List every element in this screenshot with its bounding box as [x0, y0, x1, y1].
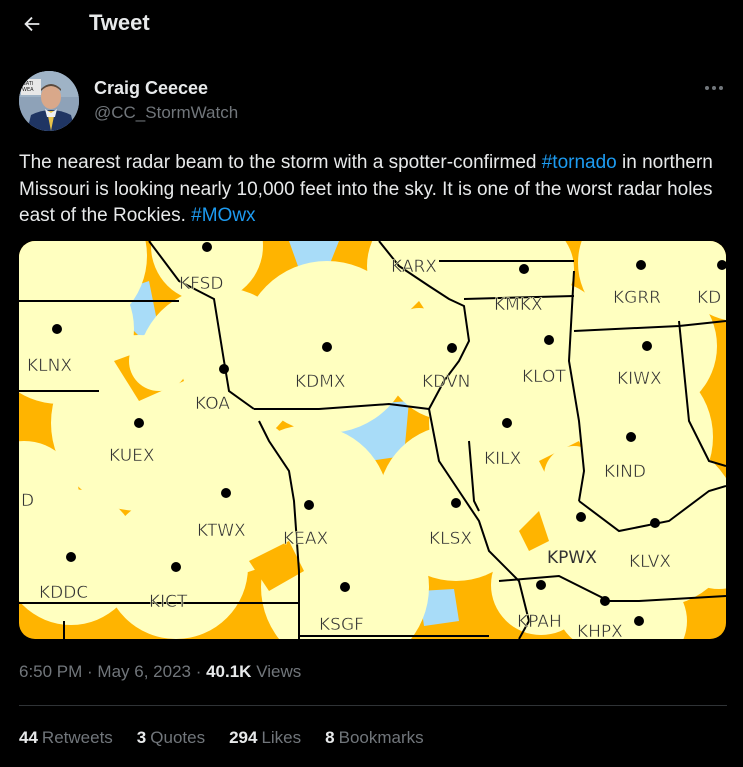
page-title: Tweet — [89, 10, 150, 35]
hashtag-link[interactable]: #MOwx — [191, 205, 255, 226]
quotes-count: 3 — [136, 728, 147, 747]
more-button[interactable] — [702, 78, 726, 98]
radar-label: KPAH — [517, 612, 562, 632]
svg-text:KPWX: KPWX — [547, 548, 597, 568]
back-button[interactable] — [14, 6, 50, 42]
radar-label: KILX — [484, 449, 522, 469]
views-count: 40.1K — [206, 662, 252, 681]
radar-label: KGRR — [613, 288, 661, 308]
quotes-stat[interactable]: 3 Quotes — [137, 728, 205, 748]
likes-label: Likes — [261, 728, 302, 747]
tweet-author: NATI WEA Craig Ceecee @CC_StormWatch — [19, 70, 729, 132]
radar-label: KLNX — [27, 356, 72, 376]
tweet-media-radar-map[interactable]: KFSD KARX KMKX KGRR KD KLNX KDMX KOA KDV… — [19, 241, 726, 639]
tweet-text: The nearest radar beam to the storm with… — [19, 150, 729, 230]
header-bar: Tweet — [0, 0, 743, 48]
arrow-left-icon — [24, 16, 40, 32]
radar-label: KMKX — [494, 295, 543, 315]
meta-separator: · — [82, 662, 98, 681]
radar-label: KFSD — [179, 274, 224, 294]
radar-label: D — [21, 491, 34, 511]
radar-label: KD — [697, 288, 721, 308]
hashtag-link[interactable]: #tornado — [542, 152, 617, 173]
bookmarks-label: Bookmarks — [338, 728, 424, 747]
radar-label: KIND — [604, 462, 646, 482]
radar-label: KLSX — [429, 529, 472, 549]
retweets-count: 44 — [19, 728, 38, 747]
quotes-label: Quotes — [150, 728, 206, 747]
avatar[interactable]: NATI WEA — [19, 71, 79, 131]
radar-label: KARX — [391, 257, 437, 277]
radar-label: KDMX — [295, 372, 346, 392]
radar-label: KEAX — [283, 529, 329, 549]
likes-count: 294 — [229, 728, 258, 747]
radar-label: KDVN — [422, 372, 470, 392]
tweet-stats: 44 Retweets 3 Quotes 294 Likes 8 Bookmarks — [19, 728, 448, 748]
radar-label: KLOT — [522, 367, 566, 387]
author-handle[interactable]: @CC_StormWatch — [94, 103, 238, 123]
more-horizontal-icon — [705, 86, 723, 90]
radar-label: KDDC — [39, 583, 88, 603]
radar-label: KIWX — [617, 369, 662, 389]
radar-label: KUEX — [109, 446, 155, 466]
bookmarks-count: 8 — [325, 728, 335, 747]
retweets-stat[interactable]: 44 Retweets — [19, 728, 113, 748]
radar-label: KHPX — [577, 622, 623, 639]
svg-text:WEA: WEA — [22, 87, 34, 93]
views-label: Views — [251, 662, 302, 681]
meta-separator: · — [190, 662, 207, 681]
tweet-date[interactable]: May 6, 2023 — [97, 662, 191, 681]
radar-label: KSGF — [319, 615, 364, 635]
radar-label: KOA — [195, 394, 230, 414]
tweet-time[interactable]: 6:50 PM — [19, 662, 82, 681]
divider — [19, 705, 727, 706]
radar-label: KICT — [149, 592, 188, 612]
bookmarks-stat[interactable]: 8 Bookmarks — [325, 728, 424, 748]
radar-label: KTWX — [197, 521, 246, 541]
likes-stat[interactable]: 294 Likes — [229, 728, 301, 748]
retweets-label: Retweets — [41, 728, 113, 747]
tweet-meta: 6:50 PM · May 6, 2023 · 40.1K Views — [19, 662, 301, 682]
tweet-text-part: The nearest radar beam to the storm with… — [19, 152, 542, 173]
radar-label: KLVX — [629, 552, 671, 572]
author-name[interactable]: Craig Ceecee — [94, 78, 208, 99]
